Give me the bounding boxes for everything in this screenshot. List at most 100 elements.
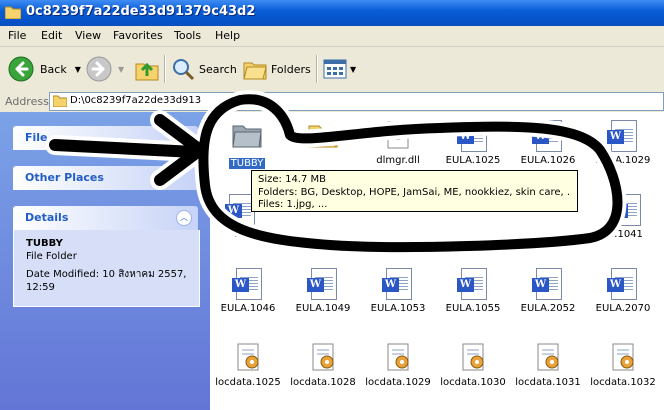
folder-icon bbox=[5, 6, 21, 19]
file-item-eula[interactable]: W EULA.1055 bbox=[438, 268, 508, 314]
word-doc-icon: W bbox=[611, 194, 641, 226]
config-file-icon bbox=[612, 343, 634, 371]
file-item-partial[interactable]: W ..1041 bbox=[592, 194, 662, 240]
file-item-eula[interactable]: W EULA.1025 bbox=[438, 120, 508, 166]
chevron-down-icon[interactable]: ▼ bbox=[118, 65, 124, 74]
folder-info-tooltip: Size: 14.7 MB Folders: BG, Desktop, HOPE… bbox=[251, 170, 578, 212]
file-list: TUBBY dlmgr.dll W EULA.1025 W EULA.1026 … bbox=[210, 112, 664, 410]
file-label: EULA.1046 bbox=[220, 303, 276, 314]
file-item-eula[interactable]: W EULA.1049 bbox=[288, 268, 358, 314]
file-item-locdata[interactable]: locdata.1029 bbox=[363, 342, 433, 388]
up-folder-button[interactable] bbox=[134, 53, 160, 85]
details-name: TUBBY bbox=[26, 238, 63, 249]
collapse-chevron-icon[interactable]: ︿ bbox=[176, 210, 192, 226]
file-label: locdata.1029 bbox=[365, 377, 431, 388]
other-places-header[interactable]: Other Places bbox=[13, 166, 198, 190]
search-label: Search bbox=[199, 62, 237, 76]
up-folder-icon bbox=[135, 62, 159, 81]
file-tasks-header[interactable]: File bbox=[13, 126, 198, 150]
file-item-dlmgr[interactable]: dlmgr.dll bbox=[363, 120, 433, 166]
folder-item-tubby[interactable]: TUBBY bbox=[212, 120, 282, 169]
word-doc-icon: W bbox=[607, 120, 637, 152]
menu-help[interactable]: Help bbox=[215, 29, 240, 42]
file-item-locdata[interactable]: locdata.1025 bbox=[213, 342, 283, 388]
folder-icon bbox=[232, 125, 262, 148]
word-doc-icon: W bbox=[457, 120, 487, 152]
menu-tools[interactable]: Tools bbox=[174, 29, 201, 42]
file-label: EU bbox=[234, 229, 248, 240]
window-title: 0c8239f7a22de33d91379c43d2 bbox=[26, 4, 256, 19]
word-doc-icon: W bbox=[307, 268, 337, 300]
details-modified: Date Modified: 10 สิงหาคม 2557, 12:59 bbox=[26, 269, 187, 293]
address-path: D:\0c8239f7a22de33d913 bbox=[70, 95, 202, 106]
file-label: locdata.1032 bbox=[590, 377, 656, 388]
forward-button[interactable]: ▼ bbox=[86, 53, 124, 85]
word-doc-icon: W bbox=[457, 268, 487, 300]
file-label: ..1041 bbox=[611, 229, 643, 240]
config-file-icon bbox=[537, 343, 559, 371]
config-file-icon bbox=[462, 343, 484, 371]
word-doc-icon: W bbox=[532, 268, 562, 300]
file-item-eula[interactable]: W EULA.2052 bbox=[513, 268, 583, 314]
folders-icon bbox=[243, 62, 267, 80]
chevron-down-icon[interactable]: ▼ bbox=[350, 65, 356, 74]
folder-icon bbox=[53, 95, 67, 107]
back-label: Back bbox=[40, 62, 67, 76]
menu-edit[interactable]: Edit bbox=[41, 29, 62, 42]
file-label: EULA.2070 bbox=[595, 303, 651, 314]
file-item-eula[interactable]: W EULA.1053 bbox=[363, 268, 433, 314]
menu-file[interactable]: File bbox=[8, 29, 26, 42]
config-file-icon bbox=[312, 343, 334, 371]
toolbar-separator bbox=[164, 55, 166, 83]
search-icon bbox=[173, 59, 195, 81]
title-bar[interactable]: 0c8239f7a22de33d91379c43d2 bbox=[0, 0, 664, 26]
file-label: EULA.1053 bbox=[370, 303, 426, 314]
details-header[interactable]: Details ︿ bbox=[13, 206, 198, 230]
file-label: EULA.1025 bbox=[445, 155, 501, 166]
menu-favorites[interactable]: Favorites bbox=[113, 29, 163, 42]
menu-view[interactable]: View bbox=[75, 29, 101, 42]
file-tasks-title: File bbox=[25, 131, 48, 144]
file-label: EULA.1026 bbox=[520, 155, 576, 166]
word-doc-icon: W bbox=[607, 268, 637, 300]
other-places-title: Other Places bbox=[25, 171, 104, 184]
file-label: dlmgr.dll bbox=[376, 155, 420, 166]
task-pane: File Other Places Details ︿ TUBBY File F… bbox=[0, 112, 210, 410]
search-button[interactable]: Search bbox=[170, 53, 237, 85]
file-label: locdata.1025 bbox=[215, 377, 281, 388]
config-file-icon bbox=[237, 343, 259, 371]
tooltip-size: Size: 14.7 MB bbox=[258, 174, 327, 185]
config-file-icon bbox=[387, 343, 409, 371]
folder-icon bbox=[308, 125, 338, 148]
menu-bar: File Edit View Favorites Tools Help bbox=[0, 26, 664, 47]
back-arrow-icon bbox=[8, 56, 34, 82]
file-item-locdata[interactable]: locdata.1028 bbox=[288, 342, 358, 388]
toolbar: Back ▼ ▼ Search Folders ▼ bbox=[0, 47, 664, 92]
views-icon bbox=[323, 59, 347, 79]
file-label: locdata.1030 bbox=[440, 377, 506, 388]
file-item-eula[interactable]: W EULA.2070 bbox=[588, 268, 658, 314]
toolbar-separator bbox=[316, 55, 318, 83]
details-body: TUBBY File Folder Date Modified: 10 สิงห… bbox=[13, 230, 200, 307]
tooltip-files: Files: 1.jpg, ... bbox=[258, 199, 328, 210]
file-label: locdata.1028 bbox=[290, 377, 356, 388]
file-item-locdata[interactable]: locdata.1030 bbox=[438, 342, 508, 388]
file-item-locdata[interactable]: locdata.1032 bbox=[588, 342, 658, 388]
word-doc-icon: W bbox=[232, 268, 262, 300]
folders-button[interactable]: Folders bbox=[242, 53, 311, 85]
folder-item[interactable] bbox=[288, 120, 358, 152]
file-item-eula[interactable]: W EULA.1026 bbox=[513, 120, 583, 166]
file-label: TUBBY bbox=[228, 158, 266, 169]
file-item-eula[interactable]: W EULA.1029 bbox=[588, 120, 658, 166]
file-item-eula[interactable]: W EULA.1046 bbox=[213, 268, 283, 314]
address-input[interactable]: D:\0c8239f7a22de33d913 bbox=[49, 92, 664, 111]
back-button[interactable]: Back ▼ bbox=[8, 53, 81, 85]
address-bar: Address D:\0c8239f7a22de33d913 bbox=[0, 91, 664, 112]
views-button[interactable]: ▼ bbox=[322, 53, 356, 85]
file-label: EULA.1029 bbox=[595, 155, 651, 166]
address-label: Address bbox=[5, 95, 49, 108]
word-doc-icon: W bbox=[382, 268, 412, 300]
chevron-down-icon[interactable]: ▼ bbox=[75, 65, 81, 74]
file-item-locdata[interactable]: locdata.1031 bbox=[513, 342, 583, 388]
forward-arrow-icon bbox=[86, 56, 112, 82]
